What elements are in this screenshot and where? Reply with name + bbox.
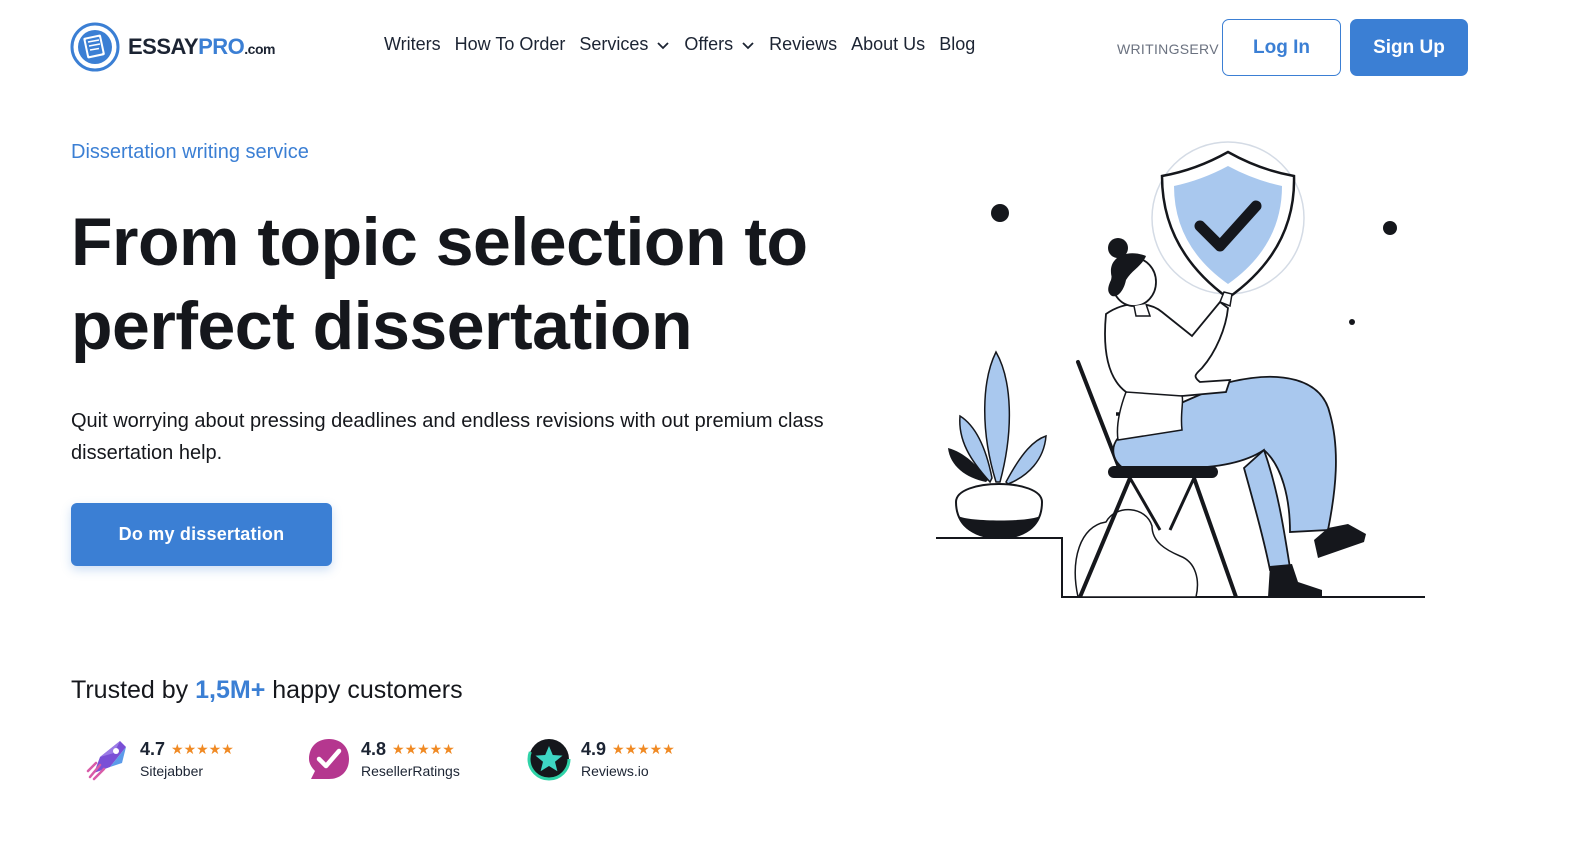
trust-prefix: Trusted by [71,676,196,704]
nav-item-how-to-order[interactable]: How To Order [455,34,566,55]
customer-count: 1,5M+ [195,676,266,704]
do-my-dissertation-button[interactable]: Do my dissertation [71,503,332,566]
rating-resellerratings[interactable]: 4.8 ★★★★★ ResellerRatings [307,736,460,782]
chevron-down-icon [742,41,754,49]
rating-sitejabber[interactable]: 4.7 ★★★★★ Sitejabber [86,736,234,782]
hero-illustration [936,141,1425,598]
trust-statement: Trusted by 1,5M+ happy customers [71,676,463,705]
rating-info: 4.7 ★★★★★ Sitejabber [140,739,234,779]
rating-site-name: Sitejabber [140,763,204,779]
hero-eyebrow: Dissertation writing service [71,141,309,163]
logo-wordmark: ESSAYPRO.com [128,34,275,59]
reviewsio-icon [527,737,571,781]
promo-code[interactable]: WRITINGSERV [1117,41,1219,57]
rating-score: 4.9 [581,739,607,759]
plant-illustration [948,350,1047,540]
rating-reviewsio[interactable]: 4.9 ★★★★★ Reviews.io [527,736,675,782]
star-rating-icon: ★★★★★ [392,741,455,757]
main-nav: Writers How To Order Services Offers Rev… [384,34,989,55]
decor-dot [991,204,1009,222]
rating-site-name: ResellerRatings [361,763,460,779]
trust-suffix: happy customers [265,676,463,704]
login-button[interactable]: Log In [1222,19,1341,76]
nav-item-services[interactable]: Services [579,34,670,55]
hero-title-line2: perfect dissertation [71,288,693,364]
nav-item-offers[interactable]: Offers [684,34,755,55]
rating-site-name: Reviews.io [581,763,649,779]
rating-info: 4.8 ★★★★★ ResellerRatings [361,739,460,779]
star-rating-icon: ★★★★★ [171,741,234,757]
hero-subtitle: Quit worrying about pressing deadlines a… [71,410,824,464]
nav-item-reviews[interactable]: Reviews [769,34,837,55]
star-rating-icon: ★★★★★ [612,741,675,757]
signup-button[interactable]: Sign Up [1350,19,1468,76]
hero-title-line1: From topic selection to [71,204,808,280]
site-header: ESSAYPRO.com Writers How To Order Servic… [0,0,1588,96]
essaypro-logo[interactable]: ESSAYPRO.com [70,22,275,72]
sitejabber-icon [86,741,126,781]
logo-notepad-icon [70,22,120,72]
chevron-down-icon [657,41,670,49]
decor-dot [1349,319,1355,325]
nav-item-blog[interactable]: Blog [939,34,975,55]
rating-info: 4.9 ★★★★★ Reviews.io [581,739,675,779]
nav-item-about-us[interactable]: About Us [851,34,925,55]
rating-score: 4.7 [140,739,166,759]
shield-check-icon [1151,141,1305,300]
resellerratings-icon [309,739,349,779]
nav-item-writers[interactable]: Writers [384,34,441,55]
decor-dot [1383,221,1397,235]
rating-score: 4.8 [361,739,387,759]
hero-title: From topic selection to perfect disserta… [71,200,891,368]
